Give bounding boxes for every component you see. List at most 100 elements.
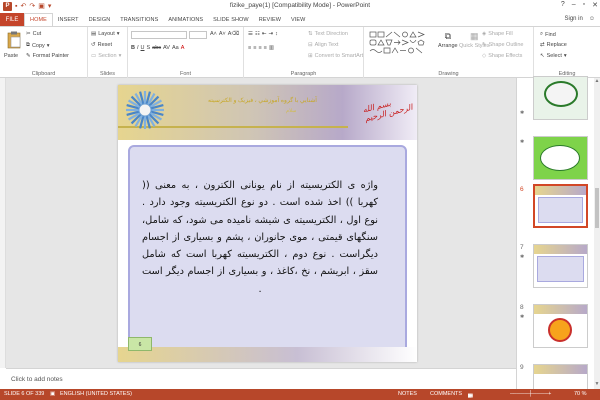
start-slideshow-icon[interactable]: ▣ (38, 2, 45, 12)
smiley-feedback-icon[interactable]: ☺ (589, 16, 595, 22)
shape-effects-button[interactable]: ◇ Shape Effects (482, 53, 522, 59)
comments-toggle[interactable]: COMMENTS (430, 391, 462, 397)
powerpoint-logo-icon: P (3, 2, 12, 11)
tab-home[interactable]: HOME (24, 13, 53, 26)
window-title: fizike_paye(1) [Compatibility Mode] - Po… (229, 2, 371, 9)
status-bar: SLIDE 6 OF 339 ▣ ENGLISH (UNITED STATES)… (0, 389, 600, 400)
zoom-slider[interactable]: –────┼────+ (510, 391, 551, 397)
scroll-up-icon[interactable]: ▲ (594, 78, 600, 84)
increase-indent-icon[interactable]: ⇥ (268, 31, 273, 37)
tab-view[interactable]: VIEW (286, 13, 310, 26)
scroll-down-icon[interactable]: ▼ (594, 381, 600, 387)
italic-icon[interactable]: I (137, 45, 139, 51)
shape-fill-button[interactable]: ◈ Shape Fill (482, 31, 513, 37)
thumbnail-slide-9[interactable] (533, 364, 588, 390)
align-text-icon: ⊟ (308, 42, 313, 48)
notes-pane[interactable]: Click to add notes (6, 368, 516, 389)
customize-qat-icon[interactable]: ▾ (48, 2, 52, 12)
paste-button[interactable]: Paste (4, 53, 18, 59)
select-button[interactable]: ↖ Select ▾ (540, 53, 567, 59)
layout-button[interactable]: ▤ Layout ▾ (91, 31, 119, 37)
thumbnail-slide-8[interactable] (533, 304, 588, 348)
tab-transitions[interactable]: TRANSITIONS (115, 13, 163, 26)
format-painter-button[interactable]: ✎ Format Painter (26, 53, 69, 59)
current-slide[interactable]: آشنايي با گروه آموزشي ، فيزيک و الکترسيت… (118, 85, 417, 362)
cut-button[interactable]: ✂ Cut (26, 31, 41, 37)
minimize-button[interactable]: – (572, 1, 576, 9)
text-direction-button[interactable]: ⇅ Text Direction (308, 31, 348, 37)
spelling-icon[interactable]: ▣ (50, 391, 55, 397)
save-icon[interactable]: ▪ (15, 2, 17, 12)
thumbnail-star-5: ✱ (520, 139, 525, 145)
line-spacing-icon[interactable]: ↕ (275, 31, 278, 37)
replace-button[interactable]: ⇄ Replace (540, 42, 567, 48)
slideshow-view-icon[interactable]: ▶ (468, 393, 472, 399)
shadow-icon[interactable]: S (147, 45, 151, 51)
notes-toggle[interactable]: NOTES (398, 391, 417, 397)
tab-animations[interactable]: ANIMATIONS (163, 13, 208, 26)
tab-review[interactable]: REVIEW (254, 13, 286, 26)
spacing-icon[interactable]: AV (163, 45, 170, 51)
maximize-button[interactable]: ▫ (583, 1, 585, 9)
section-button[interactable]: ▭ Section ▾ (91, 53, 121, 59)
shape-outline-button[interactable]: ✎ Shape Outline (482, 42, 523, 48)
reset-button[interactable]: ↺ Reset (91, 42, 112, 48)
slide-body-text[interactable]: واژه ی الکتریسیته از نام یونانی الکترون … (142, 177, 378, 298)
columns-icon[interactable]: ▥ (269, 45, 274, 51)
strikethrough-icon[interactable]: abc (152, 45, 161, 51)
paragraph-group: ☰ ☷ ⇤ ⇥ ↕ ≡ ≡ ≡ ≡ ▥ ⇅ Text Direction ⊟ Ali… (244, 27, 364, 78)
slide-footer-band (118, 347, 417, 362)
tab-insert[interactable]: INSERT (53, 13, 84, 26)
bold-icon[interactable]: B (131, 45, 135, 51)
paste-icon[interactable] (6, 31, 22, 49)
language-indicator[interactable]: ENGLISH (UNITED STATES) (60, 391, 132, 397)
thumbnail-number-6: 6 (520, 186, 524, 193)
thumbnail-slide-5[interactable] (533, 136, 588, 180)
find-button[interactable]: ⌕ Find (540, 31, 556, 38)
copy-icon: ⧉ (26, 42, 30, 48)
tab-design[interactable]: DESIGN (84, 13, 116, 26)
grow-font-icon[interactable]: A˄ (210, 31, 217, 37)
sign-in-link[interactable]: Sign in (565, 16, 583, 22)
undo-icon[interactable]: ↶ (20, 2, 26, 12)
clipboard-group-label: Clipboard (31, 71, 56, 77)
close-button[interactable]: ✕ (592, 1, 598, 9)
slide-number-badge: 6 (128, 337, 152, 351)
align-text-button[interactable]: ⊟ Align Text (308, 42, 338, 48)
copy-button[interactable]: ⧉ Copy ▾ (26, 42, 50, 49)
thumb-band (535, 186, 586, 195)
align-center-icon[interactable]: ≡ (253, 45, 256, 51)
tab-slide-show[interactable]: SLIDE SHOW (208, 13, 254, 26)
decrease-indent-icon[interactable]: ⇤ (262, 31, 267, 37)
select-icon: ↖ (540, 53, 545, 59)
align-right-icon[interactable]: ≡ (258, 45, 261, 51)
arrange-button[interactable]: ⧉ Arrange (438, 31, 458, 49)
bullets-icon[interactable]: ☰ (248, 31, 253, 37)
convert-smartart-button[interactable]: ⊞ Convert to SmartArt (308, 53, 363, 59)
help-button[interactable]: ? (561, 1, 565, 9)
font-color-icon[interactable]: A (181, 45, 185, 51)
align-left-icon[interactable]: ≡ (248, 45, 251, 51)
thumbnail-slide-4[interactable] (533, 76, 588, 120)
redo-icon[interactable]: ↷ (29, 2, 35, 12)
quick-styles-icon: ▦ (470, 31, 479, 41)
font-name-input[interactable] (131, 31, 187, 39)
thumbnail-star-4: ✱ (520, 110, 525, 116)
underline-icon[interactable]: U (141, 45, 145, 51)
scroll-thumb[interactable] (595, 188, 599, 228)
thumbnail-slide-6[interactable] (533, 184, 588, 228)
thumbnail-number-9: 9 (520, 364, 524, 371)
change-case-icon[interactable]: Aa (172, 45, 179, 51)
zoom-level[interactable]: 70 % (574, 391, 587, 397)
numbering-icon[interactable]: ☷ (255, 31, 260, 37)
tab-file[interactable]: FILE (0, 13, 24, 26)
thumbnail-panel: ✱ ✱ 6 7 ✱ 8 ✱ 9 ▲ ▼ (516, 76, 600, 390)
shapes-gallery[interactable] (369, 31, 429, 57)
thumbnail-slide-7[interactable] (533, 244, 588, 288)
font-size-input[interactable] (189, 31, 207, 39)
thumbnail-scrollbar[interactable]: ▲ ▼ (594, 78, 600, 389)
shrink-font-icon[interactable]: A˅ (219, 31, 226, 37)
justify-icon[interactable]: ≡ (264, 45, 267, 51)
clear-formatting-icon[interactable]: A⌫ (228, 31, 239, 37)
thumb-band (534, 245, 587, 254)
